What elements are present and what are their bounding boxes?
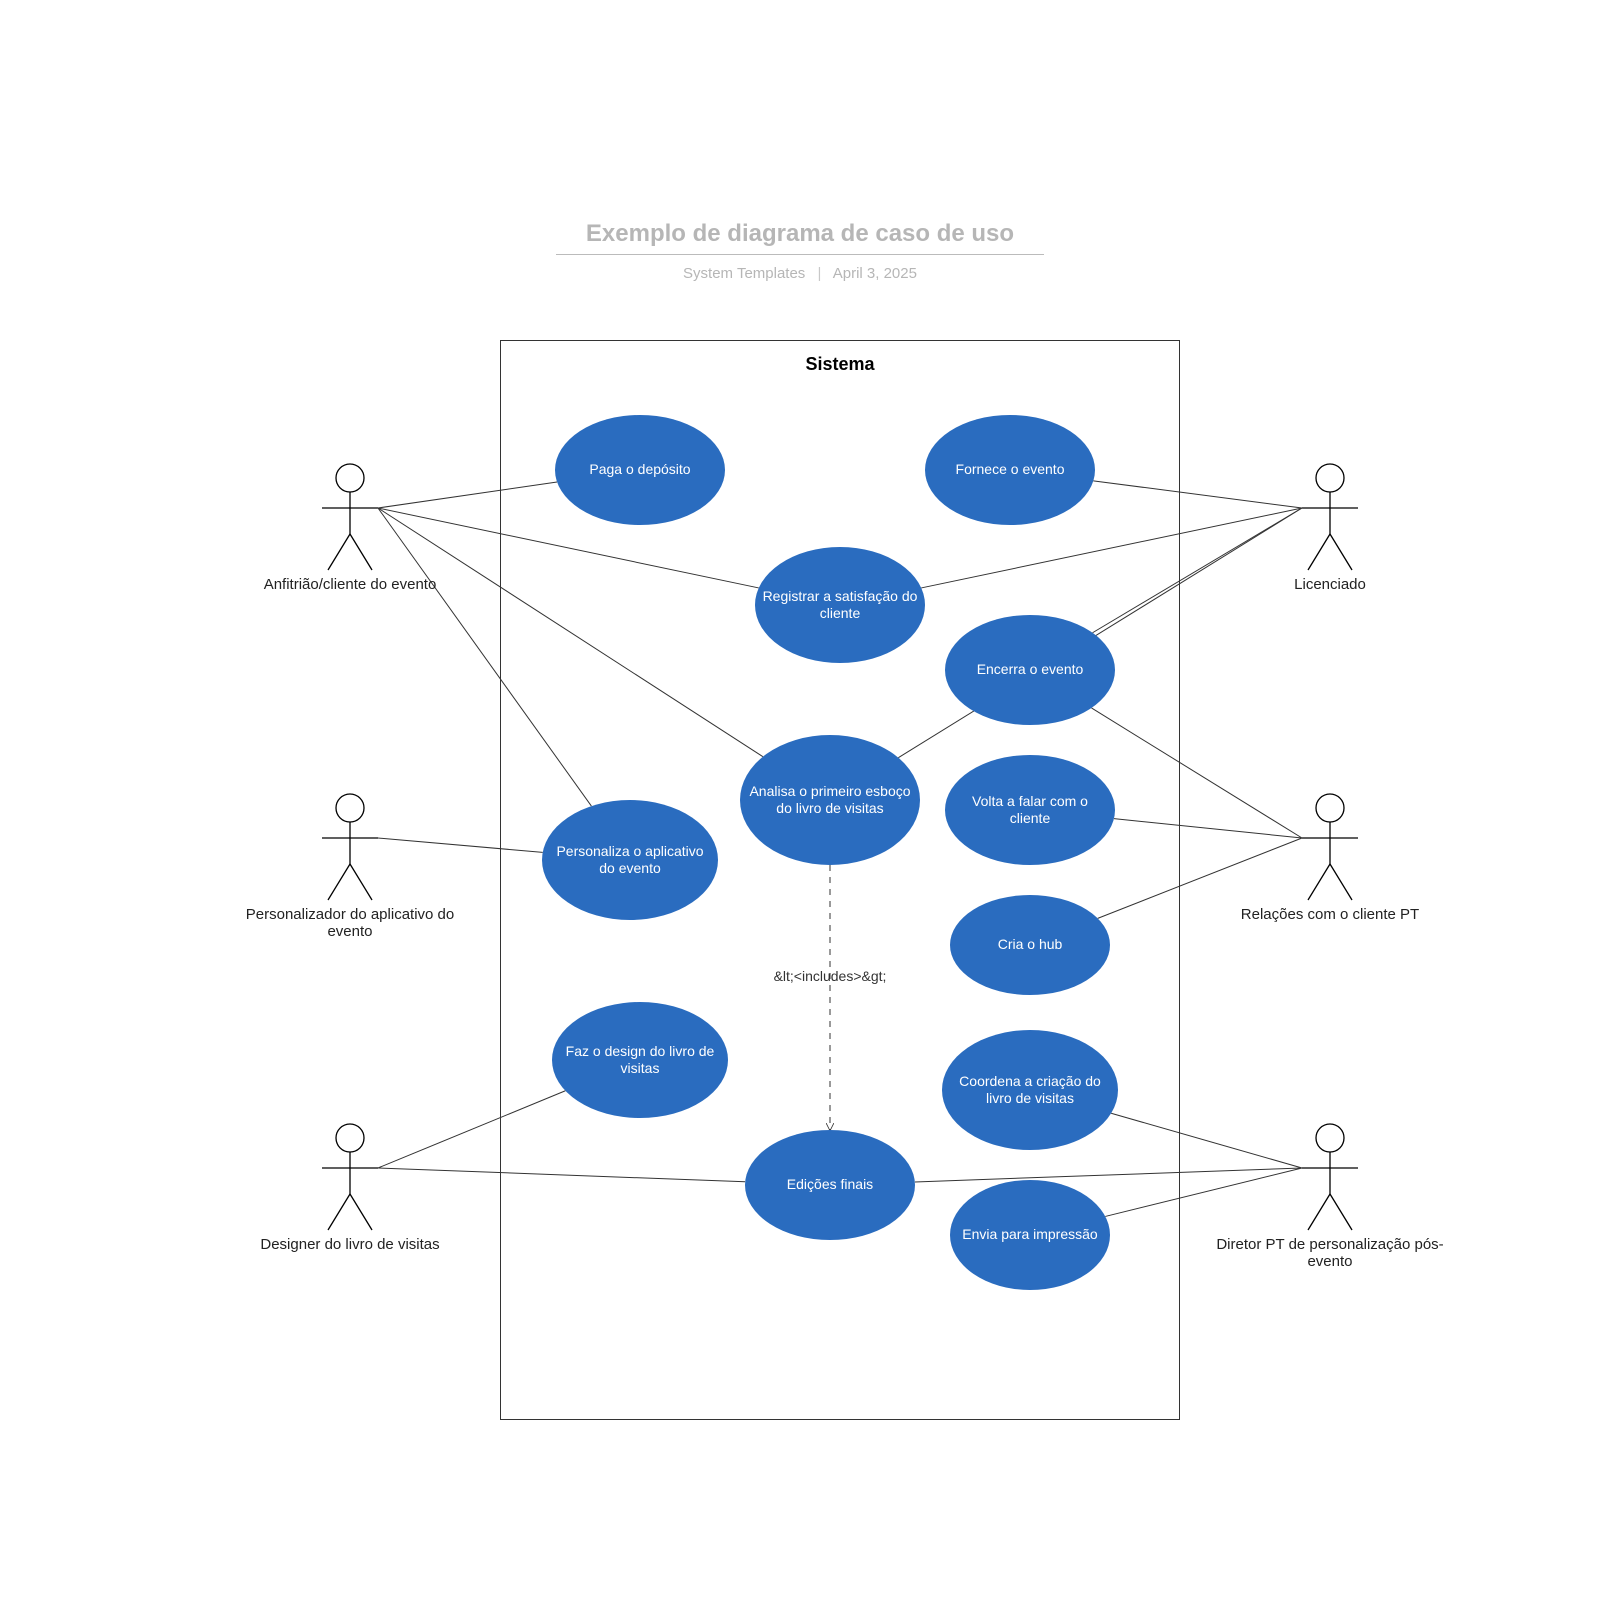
actor-label-designer: Designer do livro de visitas [240,1236,460,1253]
system-label: Sistema [500,354,1180,375]
subtitle-separator: | [817,265,821,282]
usecase-follow-up: Volta a falar com o cliente [945,755,1115,865]
edge-label-includes: &lt;<includes>&gt; [760,968,900,984]
usecase-coord-book: Coordena a criação do livro de visitas [942,1030,1118,1150]
subtitle-author: System Templates [683,265,805,282]
actor-label-director: Diretor PT de personalização pós-evento [1200,1236,1460,1270]
diagram-title: Exemplo de diagrama de caso de uso [586,220,1014,247]
usecase-close-event: Encerra o evento [945,615,1115,725]
title-line: Exemplo de diagrama de caso de uso [556,220,1044,255]
actor-label-licensee: Licenciado [1250,576,1410,593]
usecase-record-satisfaction: Registrar a satisfação do cliente [755,547,925,663]
usecase-design-book: Faz o design do livro de visitas [552,1002,728,1118]
usecase-review-draft: Analisa o primeiro esboço do livro de vi… [740,735,920,865]
usecase-create-hub: Cria o hub [950,895,1110,995]
title-block: Exemplo de diagrama de caso de uso Syste… [0,220,1600,282]
usecase-customize-app: Personaliza o aplicativo do evento [542,800,718,920]
actor-label-customizer: Personalizador do aplicativo do evento [230,906,470,940]
usecase-final-edits: Edições finais [745,1130,915,1240]
actor-label-relations: Relações com o cliente PT [1220,906,1440,923]
actor-label-host: Anfitrião/cliente do evento [240,576,460,593]
usecase-send-print: Envia para impressão [950,1180,1110,1290]
subtitle-date: April 3, 2025 [833,265,917,282]
usecase-provide-event: Fornece o evento [925,415,1095,525]
usecase-pay-deposit: Paga o depósito [555,415,725,525]
diagram-subtitle: System Templates | April 3, 2025 [0,265,1600,282]
diagram-canvas: Exemplo de diagrama de caso de uso Syste… [0,0,1600,1600]
